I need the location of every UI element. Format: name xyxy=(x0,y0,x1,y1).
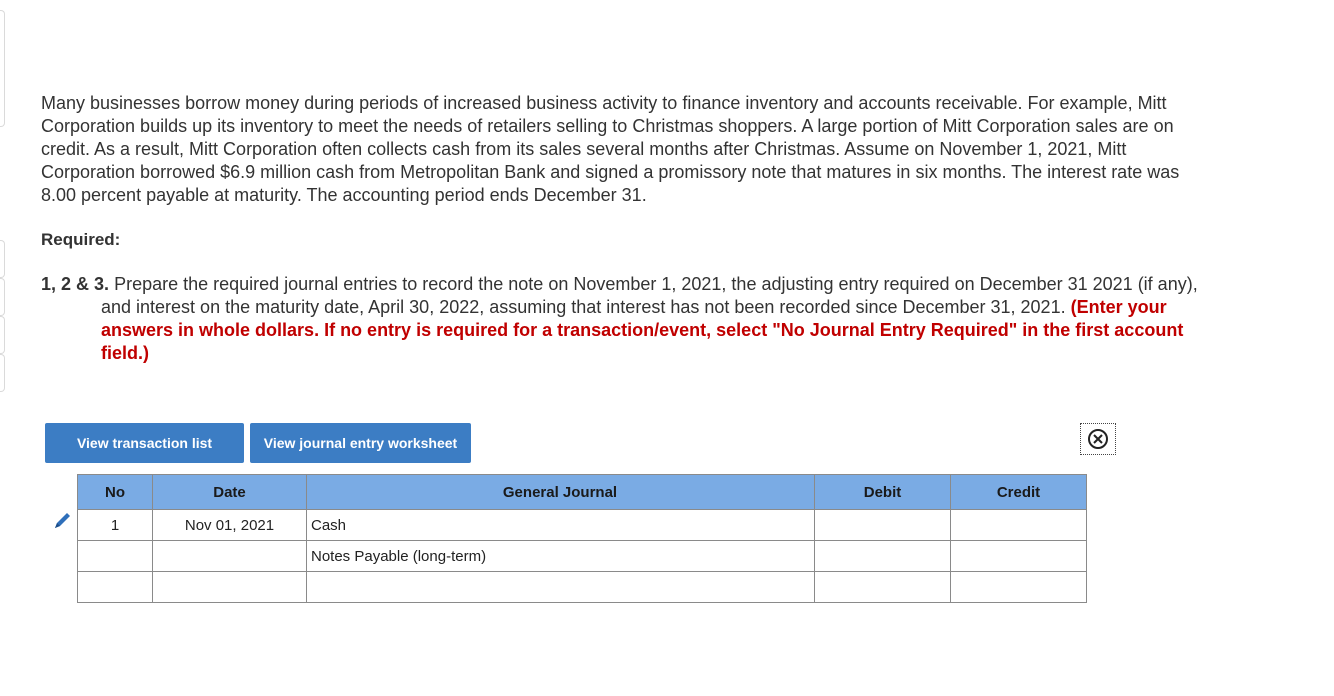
row-account[interactable]: Notes Payable (long-term) xyxy=(306,540,815,572)
table-row xyxy=(77,571,1087,603)
table-row: 1 Nov 01, 2021 Cash xyxy=(77,509,1087,541)
row-no xyxy=(77,540,153,572)
row-no xyxy=(77,571,153,603)
row-account[interactable] xyxy=(306,571,815,603)
left-edge-tab-4 xyxy=(0,354,5,392)
row-debit[interactable] xyxy=(814,571,951,603)
required-heading: Required: xyxy=(41,230,121,249)
row-credit[interactable] xyxy=(950,540,1087,572)
close-circle-icon xyxy=(1088,429,1108,449)
problem-statement: Many businesses borrow money during peri… xyxy=(41,92,1216,207)
row-date: Nov 01, 2021 xyxy=(152,509,307,541)
requirement-item: 1, 2 & 3. Prepare the required journal e… xyxy=(41,273,1201,365)
header-date: Date xyxy=(152,474,307,510)
journal-header-row: No Date General Journal Debit Credit xyxy=(77,474,1087,510)
table-row: Notes Payable (long-term) xyxy=(77,540,1087,572)
row-credit[interactable] xyxy=(950,571,1087,603)
row-account[interactable]: Cash xyxy=(306,509,815,541)
row-date xyxy=(152,540,307,572)
row-no: 1 xyxy=(77,509,153,541)
problem-intro: Many businesses borrow money during peri… xyxy=(41,93,1180,205)
header-credit: Credit xyxy=(950,474,1087,510)
row-date xyxy=(152,571,307,603)
journal-table: No Date General Journal Debit Credit 1 N… xyxy=(77,474,1087,603)
left-edge-tab-2 xyxy=(0,278,5,316)
header-debit: Debit xyxy=(814,474,951,510)
pencil-icon[interactable] xyxy=(52,511,74,531)
view-journal-entry-worksheet-button[interactable]: View journal entry worksheet xyxy=(250,423,471,463)
left-edge-tab-1 xyxy=(0,240,5,278)
requirement-number: 1, 2 & 3. xyxy=(41,274,110,294)
header-general-journal: General Journal xyxy=(306,474,815,510)
header-no: No xyxy=(77,474,153,510)
row-debit[interactable] xyxy=(814,540,951,572)
left-edge-tab-3 xyxy=(0,316,5,354)
view-transaction-list-button[interactable]: View transaction list xyxy=(45,423,244,463)
row-credit[interactable] xyxy=(950,509,1087,541)
close-button[interactable] xyxy=(1080,423,1116,455)
requirement-text: Prepare the required journal entries to … xyxy=(101,274,1198,317)
left-edge-tab-top xyxy=(0,10,5,127)
row-debit[interactable] xyxy=(814,509,951,541)
